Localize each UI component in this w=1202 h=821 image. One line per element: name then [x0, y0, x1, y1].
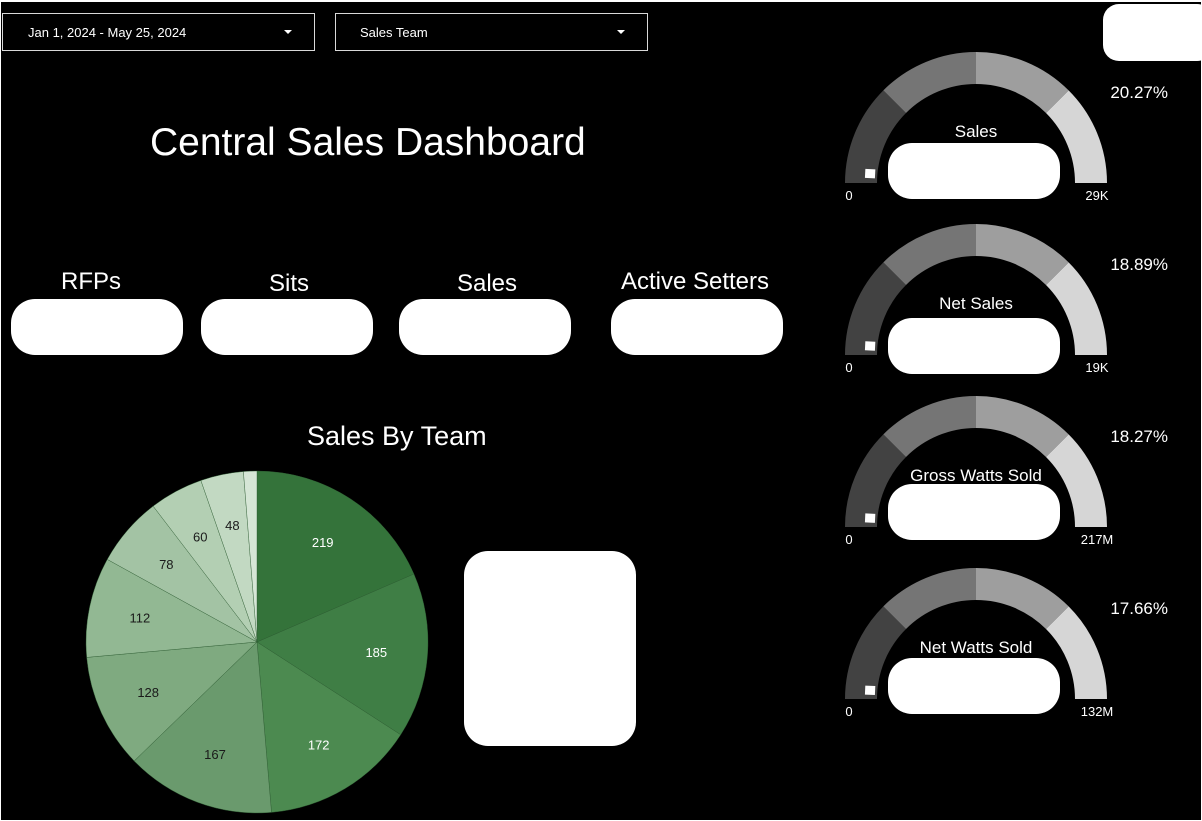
gauge-max-label: 132M: [1081, 704, 1114, 719]
gauge-band: [883, 568, 976, 629]
gauge-value-box-net-sales: [888, 318, 1060, 374]
gauge-max-label: 29K: [1085, 188, 1108, 203]
gauge-min-label: 0: [845, 532, 852, 547]
gauge-min-label: 0: [845, 704, 852, 719]
gauge-percent: 20.27%: [1110, 83, 1168, 102]
gauge-percent: 17.66%: [1110, 599, 1168, 618]
gauge-label: Gross Watts Sold: [910, 466, 1042, 485]
gauge-value-indicator: [864, 168, 876, 179]
gauge-value-box-gross-watts-sold: [888, 484, 1060, 540]
gauge-label: Net Sales: [939, 294, 1013, 313]
gauge-percent: 18.89%: [1110, 255, 1168, 274]
gauge-band: [883, 52, 976, 113]
dashboard-canvas: Jan 1, 2024 - May 25, 2024 Sales Team Ce…: [1, 2, 1201, 820]
gauge-band: [976, 224, 1069, 285]
gauge-max-label: 217M: [1081, 532, 1114, 547]
gauge-label: Net Watts Sold: [920, 638, 1033, 657]
gauge-value-box-sales: [888, 143, 1060, 199]
gauge-percent: 18.27%: [1110, 427, 1168, 446]
gauge-min-label: 0: [845, 188, 852, 203]
gauge-band: [976, 568, 1069, 629]
gauge-band: [883, 396, 976, 457]
gauge-band: [976, 52, 1069, 113]
gauge-band: [976, 396, 1069, 457]
gauge-value-box-net-watts-sold: [888, 658, 1060, 714]
gauge-band: [883, 224, 976, 285]
gauge-label: Sales: [955, 122, 998, 141]
gauge-max-label: 19K: [1085, 360, 1108, 375]
gauge-min-label: 0: [845, 360, 852, 375]
